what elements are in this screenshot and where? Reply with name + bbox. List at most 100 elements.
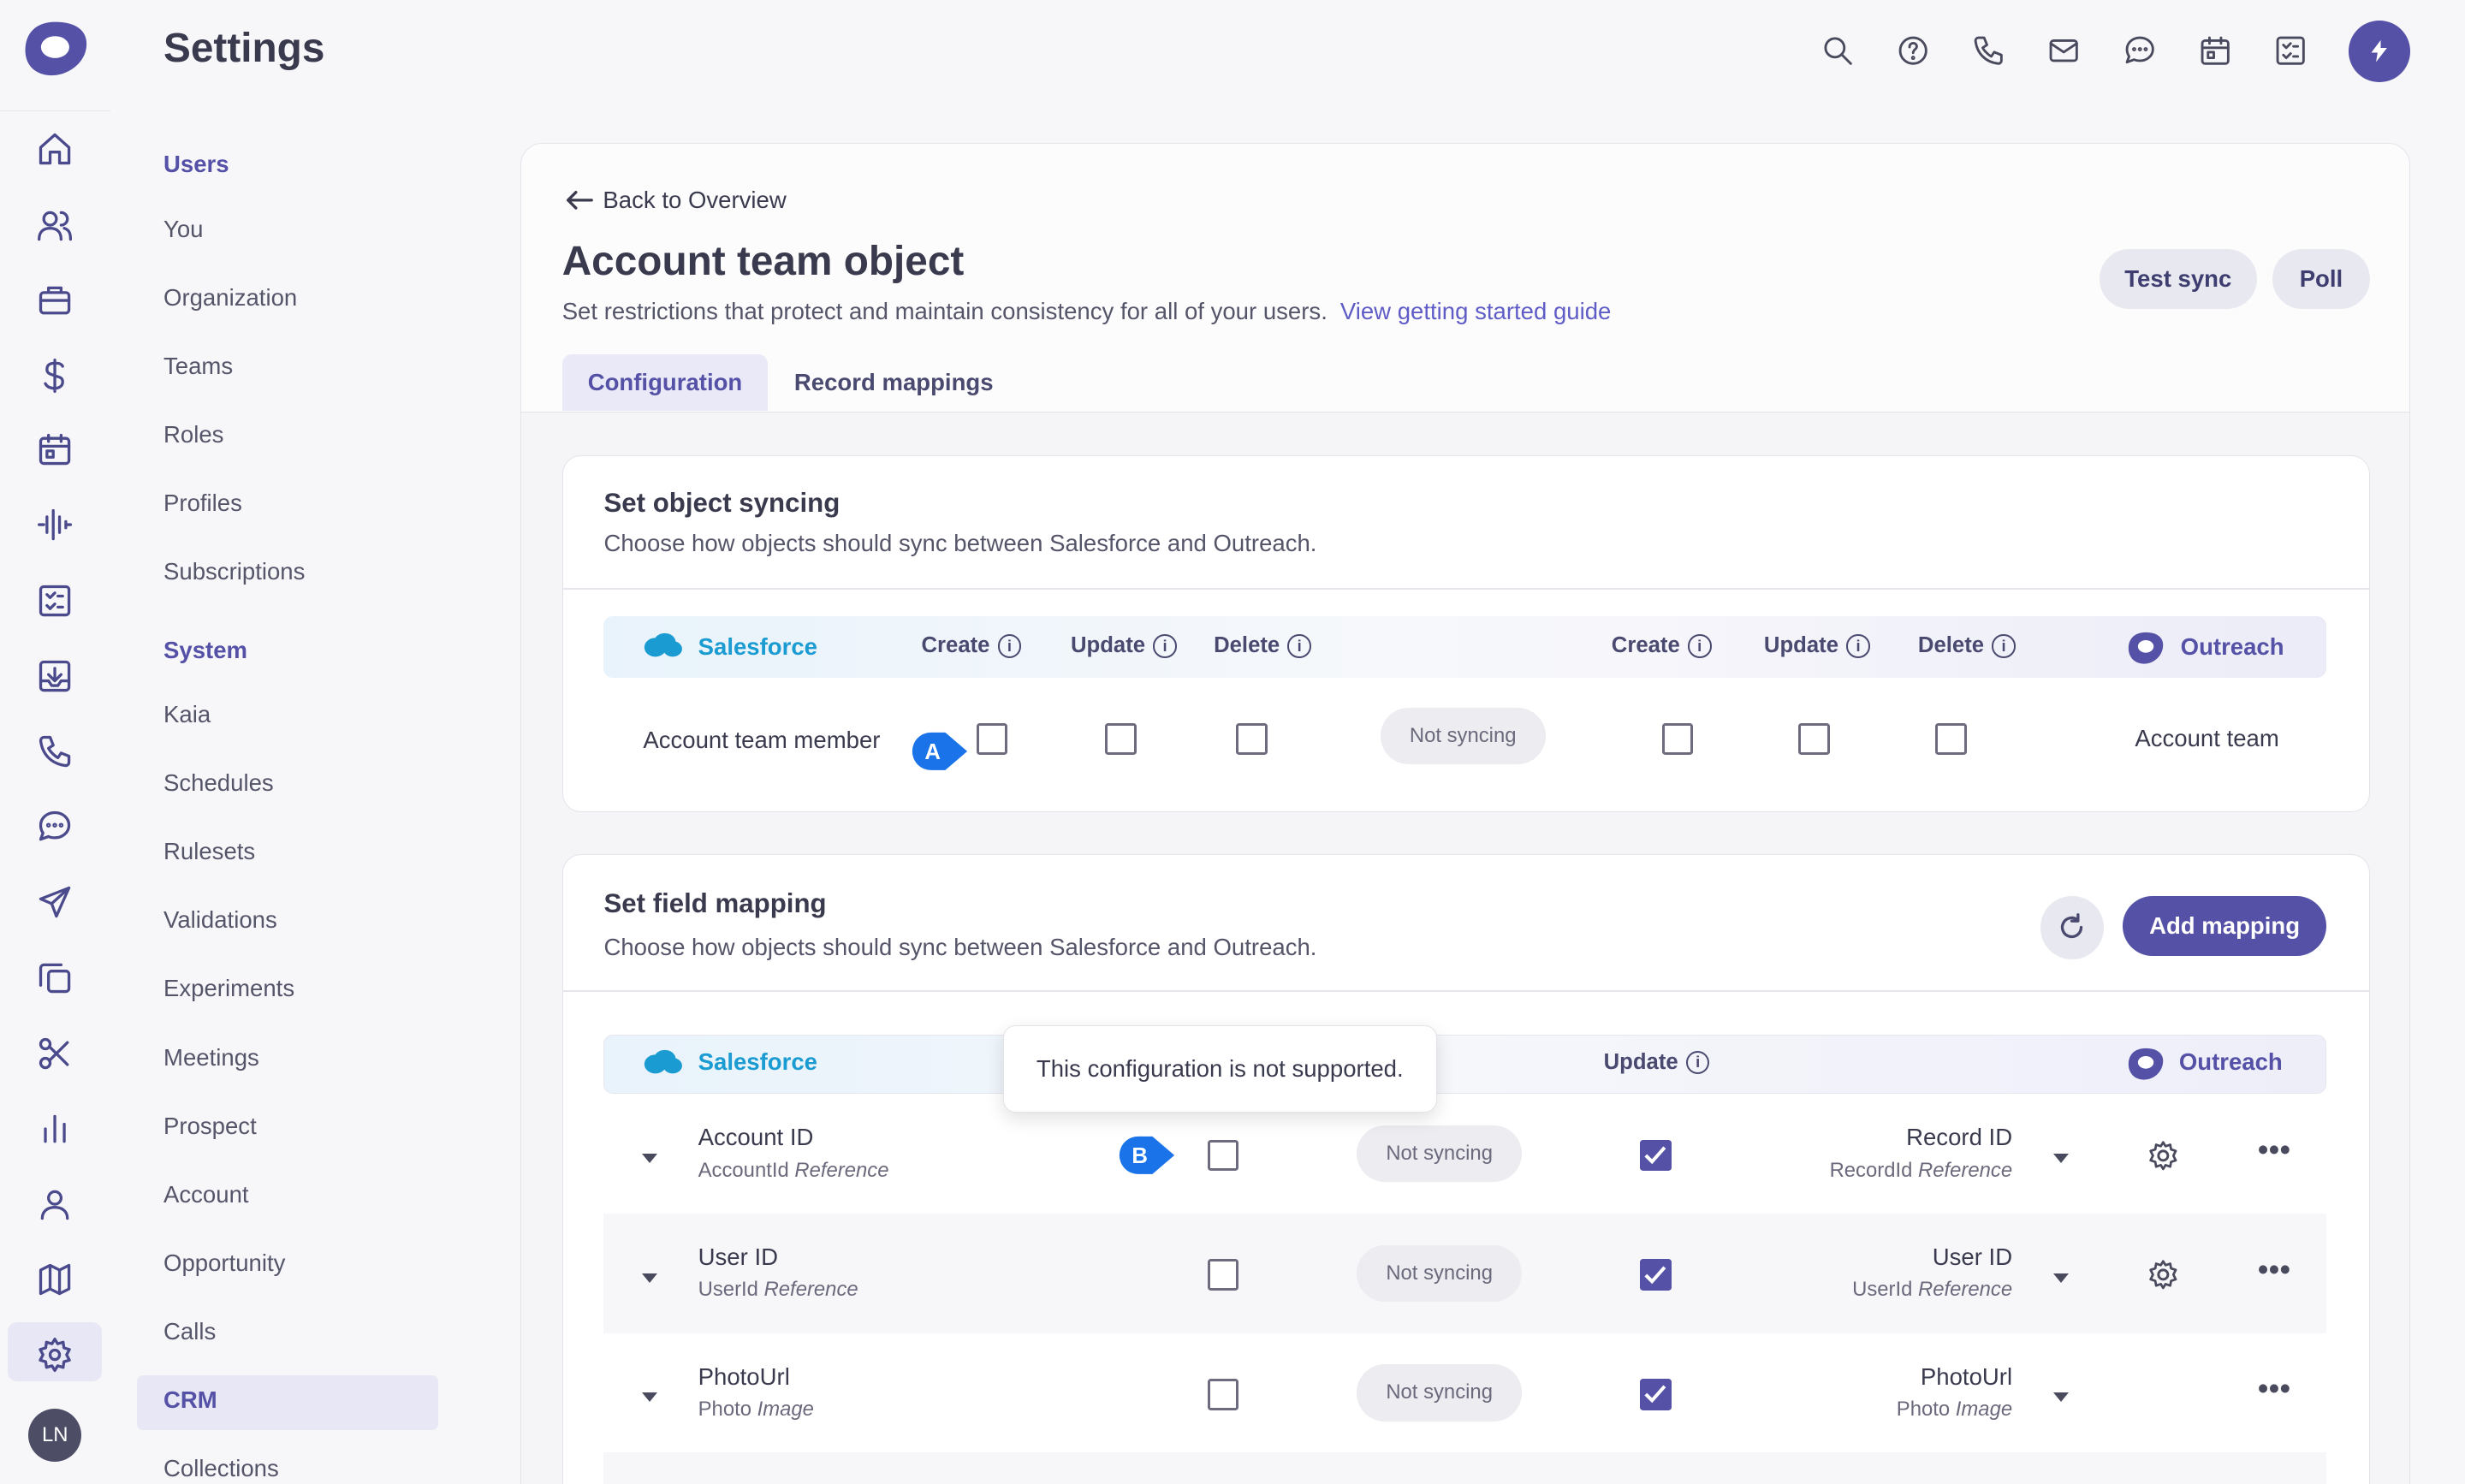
row-right-checkbox[interactable] <box>1639 1259 1672 1291</box>
info-icon[interactable]: i <box>1685 1050 1710 1075</box>
submenu-item-calls[interactable]: Calls <box>163 1318 216 1345</box>
row-right-dropdown-caret[interactable] <box>2052 1154 2069 1164</box>
refresh-button[interactable] <box>2040 896 2104 959</box>
quick-actions-button[interactable] <box>2349 20 2410 82</box>
submenu-item-prospect[interactable]: Prospect <box>163 1113 257 1140</box>
sync-left-update-checkbox[interactable] <box>1105 723 1137 755</box>
row-status-badge: Not syncing <box>1357 1125 1523 1183</box>
info-icon[interactable]: i <box>997 634 1022 658</box>
row-left-type: AccountId Reference <box>698 1159 889 1183</box>
search-icon[interactable] <box>1821 33 1855 68</box>
sync-right-delete-checkbox[interactable] <box>1935 723 1967 755</box>
row-right-dropdown-caret[interactable] <box>2052 1273 2069 1283</box>
submenu-item-meetings[interactable]: Meetings <box>163 1044 259 1071</box>
help-icon[interactable] <box>1896 33 1930 68</box>
icon-rail: LN <box>0 0 110 1484</box>
sync-right-create-checkbox[interactable] <box>1661 723 1694 755</box>
getting-started-link[interactable]: View getting started guide <box>1340 298 1612 324</box>
row-right-checkbox[interactable] <box>1639 1378 1672 1410</box>
map-icon[interactable] <box>36 1261 74 1298</box>
activity-icon[interactable] <box>36 506 74 543</box>
poll-button[interactable]: Poll <box>2272 249 2370 309</box>
send-icon[interactable] <box>36 883 74 921</box>
row-right-checkbox[interactable] <box>1639 1139 1672 1172</box>
info-icon[interactable]: i <box>1287 634 1311 658</box>
calendar-icon[interactable] <box>36 430 74 468</box>
row-status-badge: Not syncing <box>1357 1244 1523 1302</box>
sync-left-create-checkbox[interactable] <box>976 723 1008 755</box>
info-icon[interactable]: i <box>1687 634 1712 658</box>
row-expand-caret[interactable] <box>641 1392 657 1403</box>
settings-icon[interactable] <box>36 1336 74 1374</box>
outreach-logo-icon[interactable] <box>21 19 90 79</box>
tab-record-mappings[interactable]: Record mappings <box>782 354 1006 411</box>
submenu-item-opportunity[interactable]: Opportunity <box>163 1250 285 1277</box>
submenu-item-teams[interactable]: Teams <box>163 353 233 380</box>
copy-icon[interactable] <box>36 959 74 996</box>
inbox-icon[interactable] <box>36 657 74 695</box>
submenu-item-roles[interactable]: Roles <box>163 421 223 448</box>
submenu-item-subscriptions[interactable]: Subscriptions <box>163 558 305 585</box>
field-mapping-card: Set field mapping Choose how objects sho… <box>561 854 2370 1484</box>
phone-icon[interactable] <box>1971 33 2005 68</box>
add-mapping-button[interactable]: Add mapping <box>2122 896 2327 956</box>
submenu-item-organization[interactable]: Organization <box>163 284 297 312</box>
gear-icon[interactable] <box>2147 1140 2179 1172</box>
mail-icon[interactable] <box>2046 33 2081 68</box>
submenu-item-crm[interactable]: CRM <box>163 1386 217 1414</box>
scissors-icon[interactable] <box>36 1035 74 1072</box>
more-options-icon[interactable]: ••• <box>2258 1374 2291 1405</box>
row-left-field-type: Reference <box>794 1158 889 1182</box>
column-label: Delete <box>1214 633 1280 658</box>
submenu-item-kaia[interactable]: Kaia <box>163 701 211 728</box>
dollar-icon[interactable] <box>36 357 74 395</box>
row-left-checkbox[interactable] <box>1207 1139 1239 1172</box>
people-icon[interactable] <box>36 206 74 244</box>
tasks-icon[interactable] <box>36 582 74 620</box>
briefcase-icon[interactable] <box>36 282 74 319</box>
sync-right-update-checkbox[interactable] <box>1798 723 1831 755</box>
left-update-header: Update i <box>1071 633 1177 658</box>
tab-configuration[interactable]: Configuration <box>561 354 769 412</box>
avatar[interactable]: LN <box>28 1408 82 1463</box>
submenu-item-account[interactable]: Account <box>163 1181 249 1208</box>
row-right-field-type: Reference <box>1918 1158 2013 1182</box>
row-expand-caret[interactable] <box>641 1273 657 1283</box>
phone-icon[interactable] <box>36 733 74 770</box>
row-left-field-type: Image <box>757 1397 814 1421</box>
submenu-item-you[interactable]: You <box>163 216 204 243</box>
row-left-checkbox[interactable] <box>1207 1259 1239 1291</box>
person-icon[interactable] <box>36 1185 74 1223</box>
more-options-icon[interactable]: ••• <box>2258 1254 2291 1286</box>
chat-icon[interactable] <box>36 808 74 846</box>
test-sync-button[interactable]: Test sync <box>2099 249 2257 309</box>
mapping-update-header: Update i <box>1604 1050 1710 1075</box>
submenu-item-validations[interactable]: Validations <box>163 906 277 934</box>
submenu-item-experiments[interactable]: Experiments <box>163 975 294 1002</box>
row-left-checkbox[interactable] <box>1207 1378 1239 1410</box>
home-icon[interactable] <box>36 130 74 168</box>
checklist-icon[interactable] <box>2273 33 2308 68</box>
submenu-item-schedules[interactable]: Schedules <box>163 769 274 797</box>
gear-icon[interactable] <box>2147 1259 2179 1291</box>
sync-left-delete-checkbox[interactable] <box>1235 723 1268 755</box>
calendar-icon[interactable] <box>2198 33 2232 68</box>
more-options-icon[interactable]: ••• <box>2258 1134 2291 1166</box>
rail-divider <box>0 110 110 112</box>
info-icon[interactable]: i <box>1153 634 1177 658</box>
row-expand-caret[interactable] <box>641 1154 657 1164</box>
row-left-type: Photo Image <box>698 1398 814 1422</box>
back-link[interactable]: Back to Overview <box>565 187 787 214</box>
submenu-item-profiles[interactable]: Profiles <box>163 490 242 517</box>
row-left-name: User ID <box>698 1243 779 1270</box>
row-right-dropdown-caret[interactable] <box>2052 1392 2069 1403</box>
info-icon[interactable]: i <box>1846 634 1870 658</box>
row-left-type: UserId Reference <box>698 1278 858 1302</box>
submenu-item-collections[interactable]: Collections <box>163 1455 279 1482</box>
submenu-item-rulesets[interactable]: Rulesets <box>163 838 255 865</box>
row-right-field-type: Image <box>1955 1397 2013 1421</box>
chat-icon[interactable] <box>2123 33 2157 68</box>
info-icon[interactable]: i <box>1992 634 2016 658</box>
page-header: Back to Overview Account team object Set… <box>520 144 2409 413</box>
bar-chart-icon[interactable] <box>36 1110 74 1148</box>
